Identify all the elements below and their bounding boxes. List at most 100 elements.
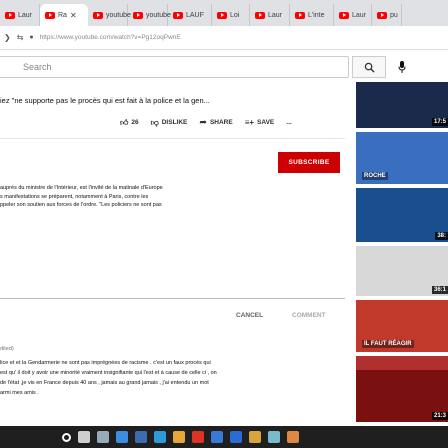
like-button[interactable]: 👍︎ 26 bbox=[120, 118, 139, 128]
description-line: auprès du ministre de l'Intérieur, est l… bbox=[0, 185, 163, 191]
windows-icon[interactable] bbox=[62, 432, 71, 442]
tab-strip: Laur Ra ✕ youtube youtube LAUF Loi Laur L'inte La… bbox=[0, 0, 448, 26]
browser-tab[interactable]: Laur bbox=[334, 4, 372, 26]
browser-window: { "browser":{ "tabs":[ {"label":"Laur","… bbox=[0, 0, 448, 448]
comment-input-underline[interactable] bbox=[0, 298, 345, 299]
youtube-icon bbox=[45, 11, 55, 19]
thumbnail-caption: IL FAUT RÉAGIR bbox=[362, 340, 414, 348]
dislike-button[interactable]: 👎︎ DISLIKE bbox=[151, 118, 188, 128]
browser-tab[interactable]: LAUF bbox=[168, 4, 212, 26]
mic-button[interactable] bbox=[396, 60, 408, 74]
browser-tab[interactable]: L'inte bbox=[290, 4, 334, 26]
video-description: auprès du ministre de l'Intérieur, est l… bbox=[0, 184, 255, 210]
youtube-icon bbox=[339, 11, 349, 19]
search-icon[interactable] bbox=[78, 431, 90, 443]
video-thumbnail[interactable]: 38: bbox=[356, 188, 448, 242]
save-button[interactable]: ≡+ SAVE bbox=[245, 118, 275, 127]
duration-badge: 21:3 bbox=[431, 412, 448, 420]
dropbox-icon[interactable] bbox=[230, 431, 242, 443]
task-view-icon[interactable] bbox=[97, 431, 109, 443]
video-thumbnail[interactable]: IL FAUT RÉAGIR bbox=[356, 300, 448, 352]
youtube-icon bbox=[217, 11, 227, 19]
browser-tab[interactable]: Ra ✕ bbox=[40, 4, 88, 26]
url-text[interactable]: https://www.youtube.com/watch?v=Pg12oqPw… bbox=[40, 34, 181, 41]
dislike-label: DISLIKE bbox=[161, 119, 188, 126]
browser-tab[interactable]: Laur bbox=[250, 4, 290, 26]
share-icon: ➦ bbox=[199, 117, 207, 127]
description-line: ppeler son soutien aux forces de l'ordre… bbox=[0, 202, 162, 208]
divider bbox=[0, 138, 345, 139]
opera-icon[interactable] bbox=[192, 431, 204, 443]
tab-label: Laur bbox=[268, 11, 283, 19]
app-icon[interactable] bbox=[268, 431, 280, 443]
edge-icon[interactable] bbox=[154, 431, 166, 443]
video-thumbnail[interactable]: 36:1 bbox=[356, 246, 448, 296]
edited-label: dited) bbox=[0, 346, 14, 352]
save-label: SAVE bbox=[257, 119, 275, 126]
duration-badge: 17:5 bbox=[431, 118, 448, 126]
search-icon bbox=[364, 62, 375, 73]
youtube-icon bbox=[93, 11, 103, 19]
search-input[interactable]: Search bbox=[0, 56, 349, 78]
video-thumbnail[interactable]: 17:5 bbox=[356, 82, 448, 128]
youtube-icon bbox=[133, 11, 143, 19]
more-actions-button[interactable]: ... bbox=[286, 119, 291, 126]
address-bar[interactable]: ❯ ⇆ ● https://www.youtube.com/watch?v=Pg… bbox=[0, 26, 448, 50]
video-thumbnail[interactable]: 21:3 bbox=[356, 370, 448, 422]
office-icon[interactable] bbox=[287, 431, 299, 443]
comment-line: de l'état ,je vis en France depuis 40 an… bbox=[0, 380, 209, 386]
taskbar bbox=[0, 426, 448, 448]
video-actions: 👍︎ 26 👎︎ DISLIKE ➦ SHARE ≡+ SAVE ... bbox=[120, 117, 292, 128]
tab-label: Loi bbox=[230, 11, 240, 19]
video-thumbnail[interactable]: ROCHE bbox=[356, 132, 448, 184]
thumbnail-caption: ROCHE bbox=[362, 172, 388, 180]
video-title: iez "ne supporte pas le procès qui est f… bbox=[0, 96, 210, 105]
browser-tab[interactable]: youtube bbox=[128, 4, 171, 26]
browser-tab[interactable]: Laur bbox=[0, 4, 40, 26]
mail-icon[interactable] bbox=[211, 431, 223, 443]
tab-label: LAUF bbox=[186, 11, 204, 19]
explorer-icon[interactable] bbox=[116, 431, 128, 443]
comment-line: lice et et la Gendarmerie ne sont pas im… bbox=[0, 360, 211, 366]
description-line: s manifestations se préparent, notamment… bbox=[0, 193, 149, 200]
comment-line: armi mes amis . bbox=[0, 390, 39, 396]
comment-text: lice et et la Gendarmerie ne sont pas im… bbox=[0, 358, 330, 398]
share-button[interactable]: ➦ SHARE bbox=[199, 117, 232, 128]
subscribe-button[interactable]: SUBSCRIBE bbox=[278, 152, 340, 173]
duration-badge: 38: bbox=[435, 232, 448, 240]
close-tab-icon[interactable]: ✕ bbox=[70, 11, 77, 20]
playlist-add-icon: ≡+ bbox=[244, 118, 255, 127]
search-button[interactable] bbox=[352, 56, 386, 78]
duration-badge: 36:1 bbox=[431, 286, 448, 294]
comment-line: est qu' il doit y avoir une minorité vra… bbox=[0, 370, 217, 376]
lock-icon[interactable]: ● bbox=[29, 34, 33, 41]
youtube-icon bbox=[173, 11, 183, 19]
browser-tab[interactable]: Loi bbox=[212, 4, 250, 26]
store-icon[interactable] bbox=[135, 431, 147, 443]
comment-submit-button[interactable]: COMMENT bbox=[292, 312, 326, 319]
thumbs-up-icon: 👍︎ bbox=[120, 117, 129, 127]
tab-label: pu bbox=[390, 11, 398, 19]
tab-label: Ra bbox=[58, 11, 67, 19]
related-videos: 17:5ROCHE38:36:1IL FAUT RÉAGIR40:421:3 bbox=[356, 80, 448, 425]
share-label: SHARE bbox=[209, 119, 233, 126]
youtube-icon bbox=[295, 11, 305, 19]
tab-label: Laur bbox=[18, 11, 33, 19]
chrome-icon[interactable] bbox=[173, 431, 185, 443]
tab-label: L'inte bbox=[308, 11, 325, 19]
expand-icon[interactable]: ❯ bbox=[4, 33, 11, 42]
tab-label: Laur bbox=[352, 11, 367, 19]
thumbs-down-icon: 👎︎ bbox=[150, 117, 159, 127]
more-icon: ... bbox=[286, 119, 292, 126]
tune-icon[interactable]: ⇆ bbox=[17, 33, 24, 42]
youtube-icon bbox=[5, 11, 15, 19]
folder-icon[interactable] bbox=[249, 431, 261, 443]
search-row: Search bbox=[0, 52, 448, 82]
browser-tab[interactable]: youtube bbox=[88, 4, 131, 26]
youtube-icon bbox=[255, 11, 265, 19]
like-count: 26 bbox=[131, 119, 139, 126]
browser-tab[interactable]: pu bbox=[372, 4, 402, 26]
cancel-button[interactable]: CANCEL bbox=[236, 312, 263, 319]
youtube-icon bbox=[377, 11, 387, 19]
microphone-icon bbox=[398, 61, 406, 73]
